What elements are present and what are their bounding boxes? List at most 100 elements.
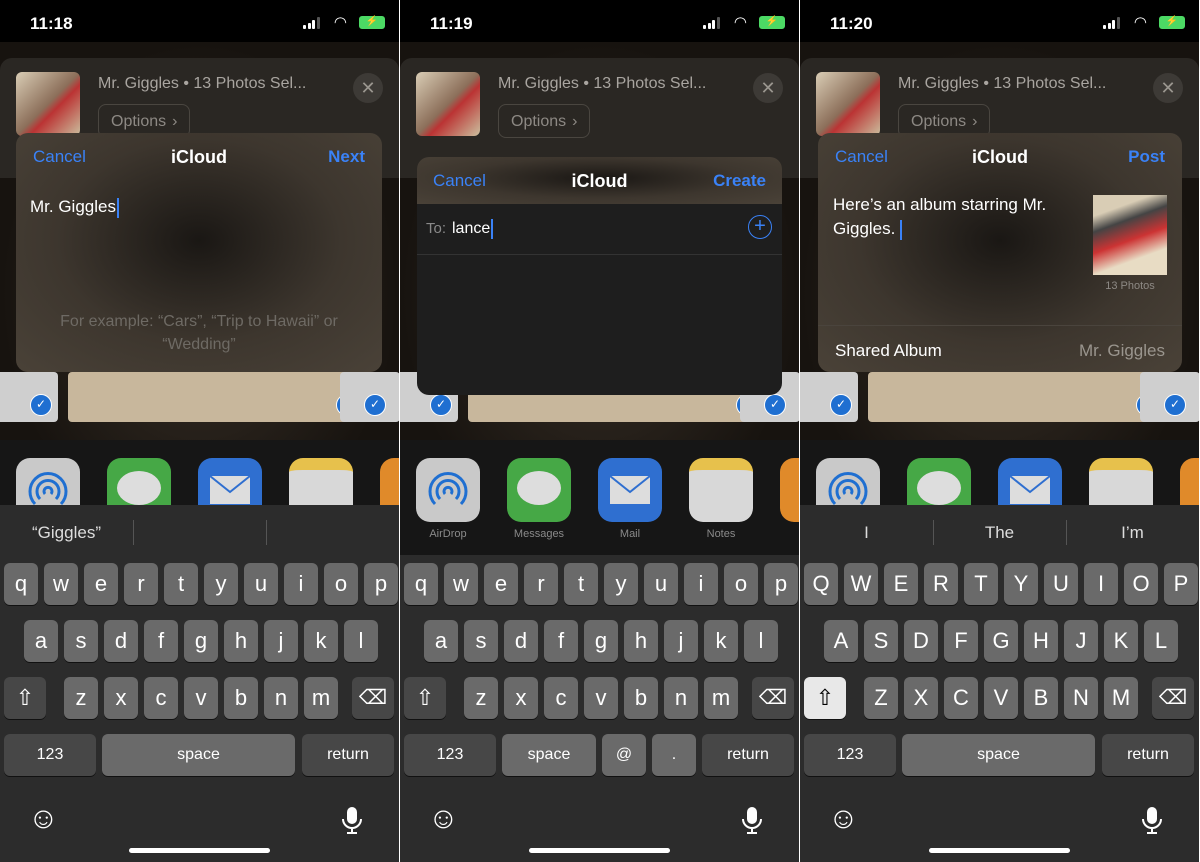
key-r[interactable]: r [524, 563, 558, 605]
key-q[interactable]: q [404, 563, 438, 605]
key-e[interactable]: e [484, 563, 518, 605]
key-w[interactable]: w [44, 563, 78, 605]
key-d[interactable]: D [904, 620, 938, 662]
key-e[interactable]: E [884, 563, 918, 605]
home-indicator[interactable] [129, 848, 270, 853]
key-u[interactable]: u [644, 563, 678, 605]
key-t[interactable]: t [564, 563, 598, 605]
post-button[interactable]: Post [1128, 147, 1165, 167]
key-z[interactable]: z [64, 677, 98, 719]
key-t[interactable]: T [964, 563, 998, 605]
key-v[interactable]: v [584, 677, 618, 719]
period-key[interactable]: . [652, 734, 696, 776]
home-indicator[interactable] [929, 848, 1070, 853]
key-z[interactable]: z [464, 677, 498, 719]
key-w[interactable]: W [844, 563, 878, 605]
delete-key[interactable]: ⌫ [352, 677, 394, 719]
key-o[interactable]: O [1124, 563, 1158, 605]
return-key[interactable]: return [302, 734, 394, 776]
key-t[interactable]: t [164, 563, 198, 605]
key-i[interactable]: i [284, 563, 318, 605]
photo-cell[interactable]: ✓ [1140, 372, 1199, 422]
return-key[interactable]: return [1102, 734, 1194, 776]
key-a[interactable]: A [824, 620, 858, 662]
key-r[interactable]: r [124, 563, 158, 605]
books-app-icon[interactable] [780, 458, 799, 522]
recipient-input[interactable]: lance [452, 219, 494, 239]
key-w[interactable]: w [444, 563, 478, 605]
suggestion-1[interactable]: I [800, 505, 933, 560]
key-d[interactable]: d [104, 620, 138, 662]
key-r[interactable]: R [924, 563, 958, 605]
home-indicator[interactable] [529, 848, 670, 853]
key-u[interactable]: u [244, 563, 278, 605]
delete-key[interactable]: ⌫ [752, 677, 794, 719]
key-b[interactable]: B [1024, 677, 1058, 719]
key-g[interactable]: g [584, 620, 618, 662]
shift-key[interactable]: ⇧ [4, 677, 46, 719]
create-button[interactable]: Create [713, 171, 766, 191]
key-n[interactable]: n [264, 677, 298, 719]
shift-key[interactable]: ⇧ [804, 677, 846, 719]
key-q[interactable]: Q [804, 563, 838, 605]
mail-app-icon[interactable] [598, 458, 662, 522]
key-f[interactable]: f [144, 620, 178, 662]
key-p[interactable]: p [364, 563, 398, 605]
key-m[interactable]: m [304, 677, 338, 719]
key-v[interactable]: v [184, 677, 218, 719]
photo-cell[interactable]: ✓ [868, 372, 1164, 422]
emoji-key[interactable]: ☺ [28, 803, 59, 835]
key-y[interactable]: Y [1004, 563, 1038, 605]
key-u[interactable]: U [1044, 563, 1078, 605]
key-y[interactable]: y [204, 563, 238, 605]
key-p[interactable]: P [1164, 563, 1198, 605]
key-n[interactable]: n [664, 677, 698, 719]
key-h[interactable]: h [624, 620, 658, 662]
key-x[interactable]: x [504, 677, 538, 719]
messages-app-icon[interactable] [507, 458, 571, 522]
key-j[interactable]: j [664, 620, 698, 662]
photo-cell[interactable]: ✓ [0, 372, 58, 422]
mic-icon[interactable] [340, 805, 364, 835]
key-l[interactable]: L [1144, 620, 1178, 662]
key-i[interactable]: i [684, 563, 718, 605]
key-k[interactable]: K [1104, 620, 1138, 662]
key-g[interactable]: G [984, 620, 1018, 662]
key-j[interactable]: j [264, 620, 298, 662]
mic-icon[interactable] [1140, 805, 1164, 835]
key-g[interactable]: g [184, 620, 218, 662]
suggestion-3[interactable] [266, 505, 399, 560]
key-i[interactable]: I [1084, 563, 1118, 605]
key-c[interactable]: c [144, 677, 178, 719]
at-key[interactable]: @ [602, 734, 646, 776]
key-f[interactable]: F [944, 620, 978, 662]
key-s[interactable]: s [464, 620, 498, 662]
key-o[interactable]: o [324, 563, 358, 605]
comment-input[interactable]: Here’s an album starring Mr. Giggles. [833, 193, 1046, 241]
shift-key[interactable]: ⇧ [404, 677, 446, 719]
key-q[interactable]: q [4, 563, 38, 605]
key-c[interactable]: c [544, 677, 578, 719]
space-key[interactable]: space [102, 734, 295, 776]
mic-icon[interactable] [740, 805, 764, 835]
suggestion-3[interactable]: I’m [1066, 505, 1199, 560]
photo-cell[interactable]: ✓ [68, 372, 364, 422]
photo-cell[interactable]: ✓ [340, 372, 399, 422]
key-f[interactable]: f [544, 620, 578, 662]
key-a[interactable]: a [24, 620, 58, 662]
key-j[interactable]: J [1064, 620, 1098, 662]
key-h[interactable]: H [1024, 620, 1058, 662]
key-a[interactable]: a [424, 620, 458, 662]
key-x[interactable]: X [904, 677, 938, 719]
options-button[interactable]: Options › [498, 104, 590, 138]
suggestion-2[interactable] [133, 505, 266, 560]
numbers-key[interactable]: 123 [804, 734, 896, 776]
key-e[interactable]: e [84, 563, 118, 605]
numbers-key[interactable]: 123 [404, 734, 496, 776]
notes-app-icon[interactable] [689, 458, 753, 522]
key-h[interactable]: h [224, 620, 258, 662]
key-v[interactable]: V [984, 677, 1018, 719]
key-l[interactable]: l [744, 620, 778, 662]
key-n[interactable]: N [1064, 677, 1098, 719]
suggestion-2[interactable]: The [933, 505, 1066, 560]
